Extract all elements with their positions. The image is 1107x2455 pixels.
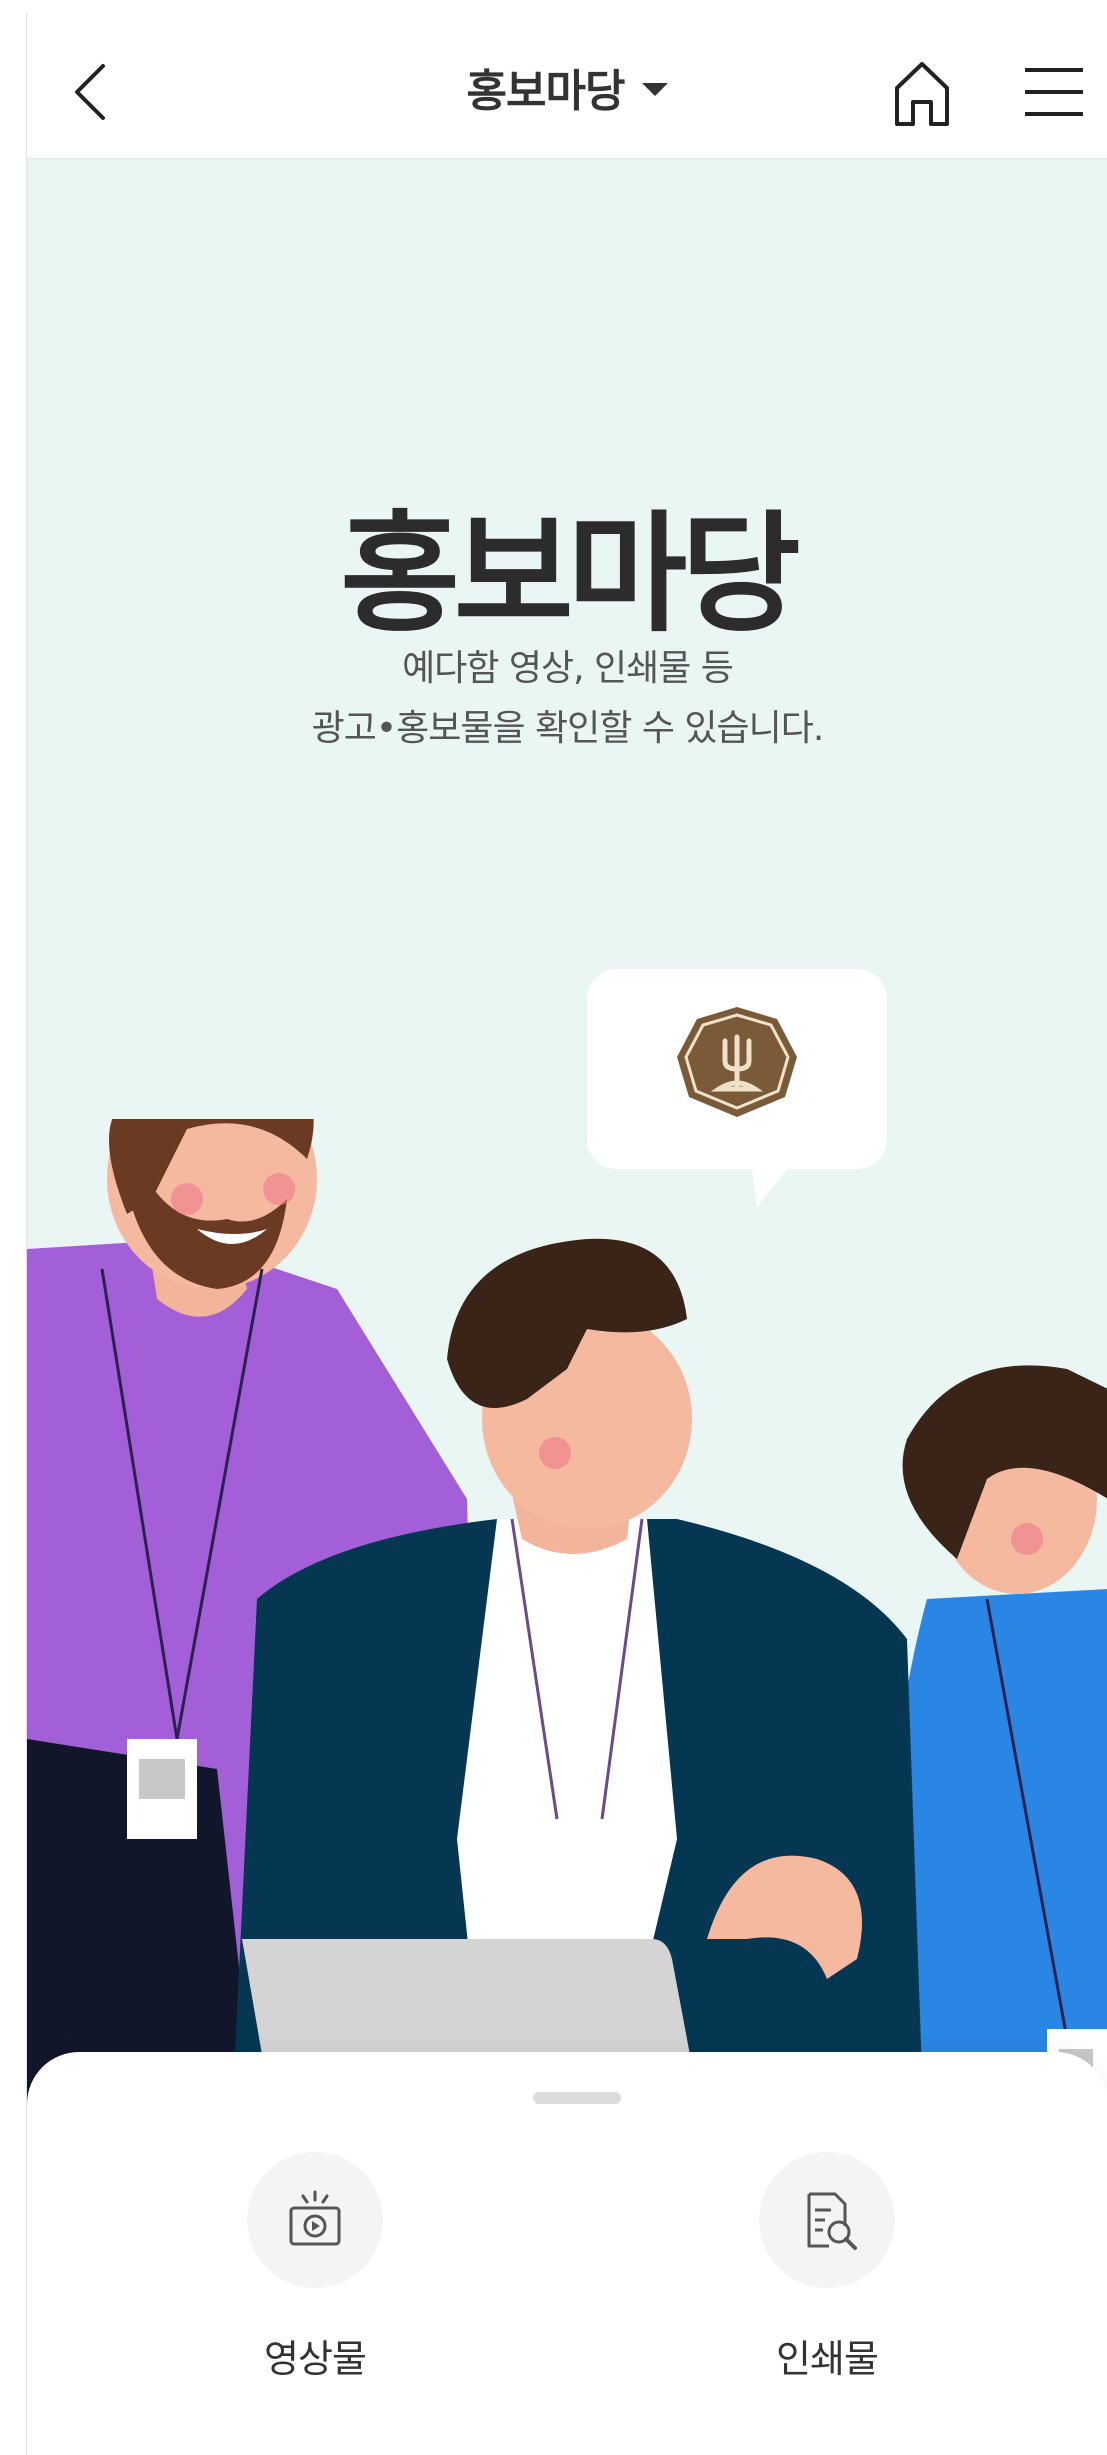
category-video-button[interactable]: 영상물 [215,2152,415,2383]
page-title: 홍보마당 [466,66,626,117]
hamburger-menu-icon [1025,68,1083,116]
title-dropdown[interactable]: 홍보마당 [467,55,669,119]
category-label: 영상물 [264,2337,367,2381]
hero-description: 예다함 영상, 인쇄물 등 광고•홍보물을 확인할 수 있습니다. [27,639,1107,759]
category-icon-wrapper [759,2152,895,2288]
caret-down-icon [642,82,669,96]
print-search-icon [807,2192,857,2250]
category-print-button[interactable]: 인쇄물 [727,2152,927,2383]
top-app-bar: 홍보마당 [27,12,1107,159]
category-icon-wrapper [247,2152,383,2288]
app-frame: 홍보마당 홍보마당 예다함 영상, 인쇄물 등 광고•홍보물을 확인할 수 있습… [26,12,1107,2455]
home-icon [895,62,949,126]
sheet-drag-handle[interactable] [533,2092,621,2104]
hero-desc-line2: 광고•홍보물을 확인할 수 있습니다. [311,708,825,749]
menu-button[interactable] [1017,52,1087,132]
video-icon [289,2190,341,2246]
home-button[interactable] [887,52,957,132]
hero-section: 홍보마당 예다함 영상, 인쇄물 등 광고•홍보물을 확인할 수 있습니다. [27,159,1107,2219]
hero-desc-line1: 예다함 영상, 인쇄물 등 [402,648,734,689]
hero-title: 홍보마당 [340,498,800,650]
category-label: 인쇄물 [776,2337,879,2381]
bottom-sheet: 영상물 인쇄물 [27,2052,1107,2455]
